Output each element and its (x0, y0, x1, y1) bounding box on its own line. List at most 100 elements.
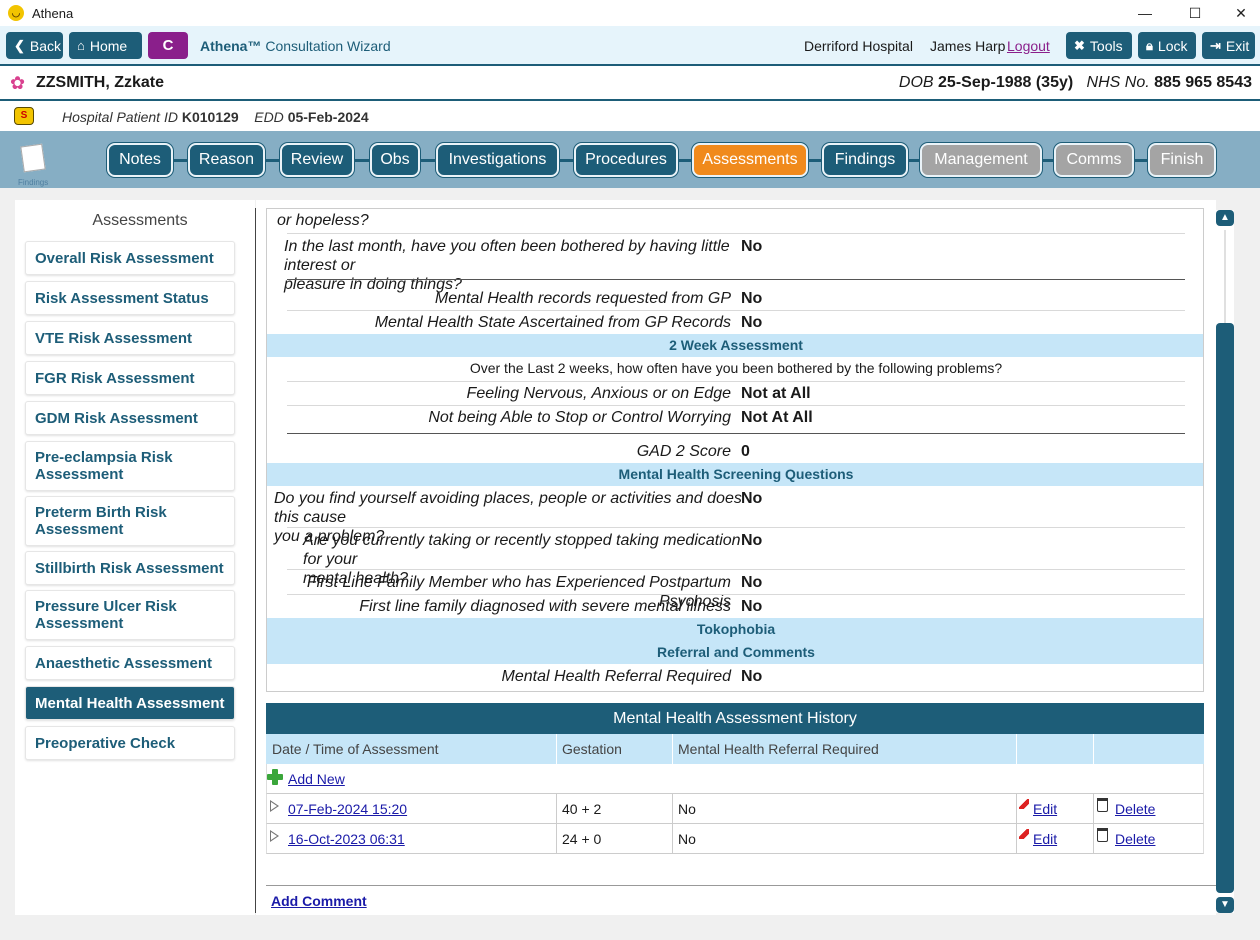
tab-investigations[interactable]: Investigations (436, 143, 559, 177)
tab-assessments[interactable]: Assessments (692, 143, 808, 177)
close-window-icon[interactable]: ✕ (1218, 0, 1260, 26)
tools-icon: ✖ (1074, 37, 1085, 53)
edit-pencil-icon[interactable] (1019, 829, 1029, 839)
hospital-id-value: K010129 (181, 109, 239, 125)
tab-obs[interactable]: Obs (370, 143, 420, 177)
history-referral: No (678, 801, 696, 817)
nhs-label: NHS No. (1086, 74, 1150, 91)
flower-icon: ✿ (10, 73, 26, 93)
expand-triangle-icon[interactable] (270, 830, 279, 842)
sidebar-item-overall-risk-assessment[interactable]: Overall Risk Assessment (25, 241, 235, 275)
logout-link[interactable]: Logout (1007, 38, 1050, 54)
referral-label: Mental Health Referral Required (501, 668, 731, 685)
sidebar-item-vte-risk-assessment[interactable]: VTE Risk Assessment (25, 321, 235, 355)
patient-name: ZZSMITH, Zzkate (36, 74, 165, 91)
avoid-value: No (741, 490, 763, 507)
gad-score-label: GAD 2 Score (636, 443, 731, 460)
medication-value: No (741, 532, 763, 549)
sidebar-title: Assessments (92, 212, 188, 229)
hospital-name: Derriford Hospital (804, 38, 913, 54)
edd-label: EDD (254, 109, 284, 125)
scroll-down-icon[interactable]: ▼ (1216, 897, 1234, 913)
wizard-nav: Findings Notes Reason Review Obs Investigati… (0, 131, 1260, 188)
section-screening: Mental Health Screening Questions (267, 463, 1203, 486)
add-comment-link[interactable]: Add Comment (271, 893, 367, 909)
history-columns: Date / Time of Assessment Gestation Ment… (266, 734, 1204, 764)
delete-link[interactable]: Delete (1115, 801, 1155, 817)
home-label: Home (89, 37, 128, 54)
exit-button[interactable]: ⇥ Exit (1202, 32, 1255, 59)
gad-score-value: 0 (741, 443, 750, 460)
trash-icon[interactable] (1097, 828, 1108, 842)
tab-management[interactable]: Management (920, 143, 1042, 177)
nhs-value: 885 965 8543 (1154, 74, 1252, 91)
add-plus-icon[interactable] (267, 769, 283, 785)
home-button[interactable]: ⌂ Home (69, 32, 142, 59)
sidebar-item-gdm-risk-assessment[interactable]: GDM Risk Assessment (25, 401, 235, 435)
sidebar-item-pressure-ulcer-risk-assessment[interactable]: Pressure Ulcer Risk Assessment (25, 590, 235, 640)
sidebar-item-pre-eclampsia-risk-assessment[interactable]: Pre-eclampsia Risk Assessment (25, 441, 235, 491)
history-date-link[interactable]: 07-Feb-2024 15:20 (288, 801, 407, 817)
delete-link[interactable]: Delete (1115, 831, 1155, 847)
referral-value: No (741, 668, 763, 685)
tab-procedures[interactable]: Procedures (574, 143, 678, 177)
worry-label: Not being Able to Stop or Control Worryi… (428, 409, 731, 426)
col-referral: Mental Health Referral Required (678, 741, 879, 757)
edit-pencil-icon[interactable] (1019, 799, 1029, 809)
edit-link[interactable]: Edit (1033, 831, 1057, 847)
tab-finish[interactable]: Finish (1148, 143, 1216, 177)
exit-icon: ⇥ (1210, 37, 1221, 53)
tab-review[interactable]: Review (280, 143, 354, 177)
sidebar-item-preterm-birth-risk-assessment[interactable]: Preterm Birth Risk Assessment (25, 496, 235, 546)
tab-comms[interactable]: Comms (1054, 143, 1134, 177)
psychosis-value: No (741, 574, 763, 591)
expand-triangle-icon[interactable] (270, 800, 279, 812)
lock-icon: 🔒︎ (1146, 37, 1153, 53)
sidebar-item-fgr-risk-assessment[interactable]: FGR Risk Assessment (25, 361, 235, 395)
med-line-1: Are you currently taking or recently sto… (303, 532, 741, 568)
maximize-icon[interactable]: ☐ (1172, 0, 1218, 26)
athena-smiley-icon: ◡ (8, 5, 24, 21)
scroll-thumb[interactable] (1216, 323, 1234, 893)
content-scrollbar[interactable]: ▲ ▼ (1216, 210, 1234, 913)
sidebar-item-mental-health-assessment[interactable]: Mental Health Assessment (25, 686, 235, 720)
sidebar-item-risk-assessment-status[interactable]: Risk Assessment Status (25, 281, 235, 315)
add-new-link[interactable]: Add New (288, 771, 345, 787)
worry-value: Not At All (741, 409, 813, 426)
s-logo-icon[interactable]: S (14, 107, 34, 125)
mental-health-form[interactable]: or hopeless? In the last month, have you… (266, 208, 1204, 692)
tab-notes[interactable]: Notes (107, 143, 173, 177)
lock-button[interactable]: 🔒︎ Lock (1138, 32, 1196, 59)
history-date-link[interactable]: 16-Oct-2023 06:31 (288, 831, 405, 847)
sidebar-item-anaesthetic-assessment[interactable]: Anaesthetic Assessment (25, 646, 235, 680)
severe-illness-label: First line family diagnosed with severe … (359, 598, 731, 615)
wizard-brand: Athena™ (200, 38, 262, 54)
history-referral: No (678, 831, 696, 847)
sidebar-item-stillbirth-risk-assessment[interactable]: Stillbirth Risk Assessment (25, 551, 235, 585)
trash-icon[interactable] (1097, 798, 1108, 812)
tab-findings[interactable]: Findings (822, 143, 908, 177)
patient-id-bar: S Hospital Patient ID K010129 EDD 05-Feb… (0, 101, 1260, 131)
avoid-line-1: Do you find yourself avoiding places, pe… (274, 490, 742, 526)
exit-label: Exit (1225, 37, 1250, 54)
top-toolbar: ❮ Back ⌂ Home C Athena™ Consultation Wiz… (0, 26, 1260, 64)
chevron-left-icon: ❮ (14, 37, 25, 53)
wizard-title: Athena™ Consultation Wizard (200, 38, 391, 54)
tab-reason[interactable]: Reason (188, 143, 265, 177)
wizard-title-text: Consultation Wizard (265, 38, 391, 54)
scroll-up-icon[interactable]: ▲ (1216, 210, 1234, 226)
edit-link[interactable]: Edit (1033, 801, 1057, 817)
c-button[interactable]: C (148, 32, 188, 59)
findings-notepad-icon: Findings (18, 141, 52, 187)
patient-demographics: DOB 25-Sep-1988 (35y) NHS No. 885 965 85… (899, 74, 1252, 92)
back-label: Back (29, 37, 62, 54)
window-titlebar: ◡ Athena — ☐ ✕ (0, 0, 1260, 26)
section-tokophobia: Tokophobia (267, 618, 1203, 641)
window-title: Athena (32, 5, 74, 21)
minimize-icon[interactable]: — (1122, 0, 1168, 26)
hospital-id-label: Hospital Patient ID (62, 109, 178, 125)
back-button[interactable]: ❮ Back (6, 32, 63, 59)
sidebar-item-preoperative-check[interactable]: Preoperative Check (25, 726, 235, 760)
interest-value: No (741, 238, 763, 255)
tools-button[interactable]: ✖ Tools (1066, 32, 1132, 59)
